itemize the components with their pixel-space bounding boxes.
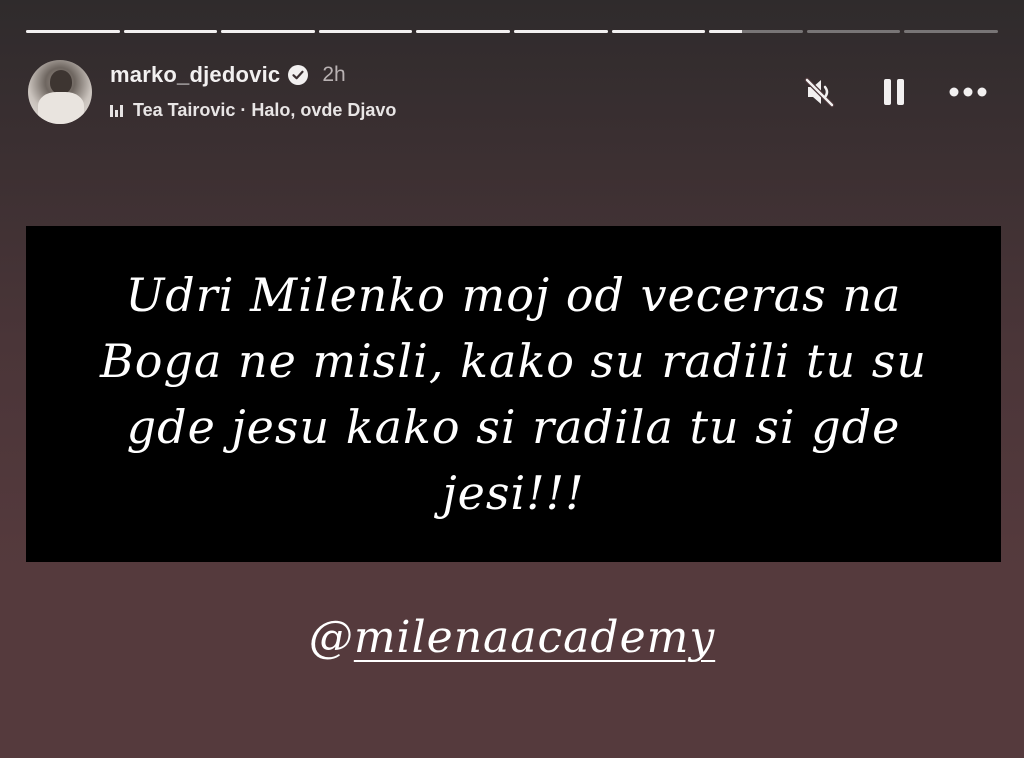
song-title: Tea Tairovic · Halo, ovde Djavo bbox=[133, 99, 397, 120]
music-bars-icon bbox=[110, 103, 123, 117]
progress-segment-fill bbox=[611, 30, 706, 33]
quote-box: Udri Milenko moj od veceras na Boga ne m… bbox=[26, 226, 1001, 562]
pause-icon[interactable] bbox=[874, 72, 914, 112]
more-glyph bbox=[949, 87, 987, 97]
progress-segment-fill bbox=[123, 30, 218, 33]
user-row: marko_djedovic 2h bbox=[110, 60, 346, 90]
progress-segment bbox=[26, 30, 120, 33]
progress-segment bbox=[416, 30, 510, 33]
post-time: 2h bbox=[322, 63, 346, 86]
more-horizontal-icon[interactable] bbox=[948, 72, 988, 112]
quote-text: Udri Milenko moj od veceras na Boga ne m… bbox=[100, 268, 927, 520]
mention-handle[interactable]: milenaacademy bbox=[354, 612, 715, 663]
progress-segment-fill bbox=[416, 30, 510, 33]
progress-segment-fill bbox=[221, 30, 315, 33]
music-attribution[interactable]: Tea Tairovic · Halo, ovde Djavo bbox=[110, 98, 396, 122]
story-progress-bar bbox=[26, 30, 998, 33]
checkmark-icon bbox=[292, 70, 304, 80]
mention-prefix: @ bbox=[308, 612, 354, 663]
verified-badge-icon bbox=[288, 65, 309, 85]
avatar-head bbox=[50, 70, 72, 94]
progress-segment bbox=[806, 30, 901, 33]
avatar-body bbox=[38, 92, 84, 124]
pause-glyph bbox=[884, 79, 904, 105]
story-header: marko_djedovic 2h Tea Tairovic · Halo, o… bbox=[26, 58, 998, 124]
mention-sticker[interactable]: @milenaacademy bbox=[0, 612, 1024, 663]
progress-segment bbox=[904, 30, 998, 33]
progress-segment bbox=[709, 30, 803, 33]
progress-segment bbox=[318, 30, 413, 33]
story-controls bbox=[800, 72, 988, 112]
progress-segment-fill bbox=[26, 30, 120, 33]
progress-segment bbox=[123, 30, 218, 33]
speaker-muted-icon[interactable] bbox=[800, 72, 840, 112]
avatar[interactable] bbox=[28, 60, 92, 124]
username[interactable]: marko_djedovic bbox=[110, 62, 280, 88]
mute-glyph bbox=[804, 77, 835, 108]
progress-segment bbox=[221, 30, 315, 33]
progress-segment bbox=[611, 30, 706, 33]
progress-segment-fill bbox=[318, 30, 413, 33]
progress-segment-fill bbox=[513, 30, 608, 33]
progress-segment-fill bbox=[709, 30, 742, 33]
progress-segment bbox=[513, 30, 608, 33]
